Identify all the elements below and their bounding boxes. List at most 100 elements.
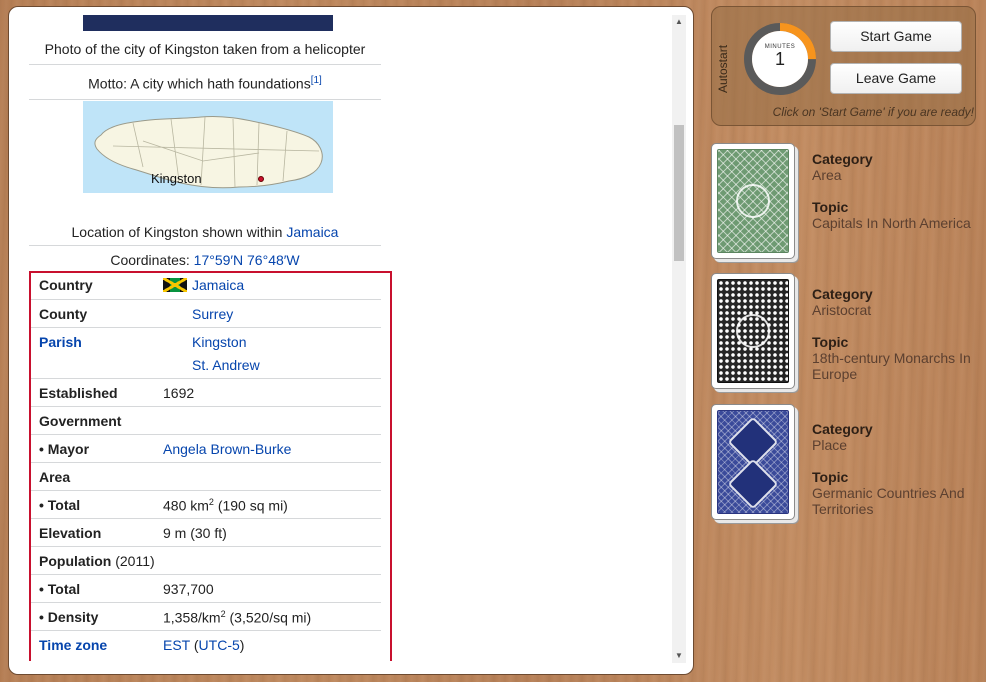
row-label: Area	[39, 469, 71, 485]
jamaica-link[interactable]: Jamaica	[286, 224, 338, 240]
autostart-label: Autostart	[716, 44, 730, 93]
card-blue[interactable]	[711, 404, 795, 520]
row-label: Population (2011)	[39, 553, 155, 569]
parish-link-kingston[interactable]: Kingston	[192, 334, 246, 350]
scroll-up-arrow-icon[interactable]: ▲	[672, 15, 686, 29]
paren-open: (	[189, 637, 199, 653]
area-value: 480 km	[163, 497, 209, 514]
parish-link-st-andrew[interactable]: St. Andrew	[192, 357, 260, 373]
row-label: Elevation	[39, 525, 102, 541]
card-emblem-icon	[736, 314, 770, 348]
card-info: Category Aristocrat Topic 18th-century M…	[812, 286, 982, 382]
established-value: 1692	[163, 385, 195, 401]
mayor-link[interactable]: Angela Brown-Burke	[163, 441, 291, 457]
card-info: Category Area Topic Capitals In North Am…	[812, 151, 982, 231]
start-game-button[interactable]: Start Game	[830, 21, 962, 52]
topic-value: Capitals In North America	[812, 215, 971, 231]
row-label: • Total	[39, 581, 81, 597]
divider	[29, 245, 381, 246]
density-imperial: (3,520/sq mi)	[225, 609, 312, 626]
category-label: Category	[812, 286, 873, 302]
motto-text: Motto: A city which hath foundations	[88, 75, 311, 92]
table-row: Country Jamaica	[29, 271, 381, 299]
category-value: Area	[812, 167, 842, 183]
table-row: • Mayor Angela Brown-Burke	[29, 434, 381, 462]
coordinates-link[interactable]: 17°59′N 76°48′W	[194, 252, 300, 268]
elevation-value: 9 m (30 ft)	[163, 525, 227, 541]
card-info: Category Place Topic Germanic Countries …	[812, 421, 982, 517]
scroll-thumb[interactable]	[674, 125, 684, 261]
card-green[interactable]	[711, 143, 795, 259]
table-row: Time zone EST (UTC-5)	[29, 630, 381, 658]
table-row: Area	[29, 462, 381, 490]
coordinates-label: Coordinates:	[110, 252, 194, 268]
timer-value: 1	[774, 49, 785, 69]
card-emblem-icon	[727, 458, 779, 510]
article-panel: Photo of the city of Kingston taken from…	[8, 6, 694, 675]
motto: Motto: A city which hath foundations[1]	[29, 75, 381, 92]
coordinates: Coordinates: 17°59′N 76°48′W	[29, 252, 381, 268]
table-row: Elevation 9 m (30 ft)	[29, 518, 381, 546]
divider	[29, 99, 381, 100]
row-label: • Total	[39, 497, 81, 513]
table-row: Government	[29, 406, 381, 434]
vertical-scrollbar[interactable]: ▲ ▼	[672, 15, 686, 663]
card-back-pattern	[717, 410, 789, 514]
paren-close: )	[239, 637, 245, 653]
row-label: County	[39, 306, 88, 322]
area-total-value: 480 km2 (190 sq mi)	[163, 497, 288, 514]
article-content[interactable]: Photo of the city of Kingston taken from…	[27, 15, 663, 661]
row-label: • Density	[39, 609, 99, 625]
jamaica-map[interactable]	[83, 101, 333, 193]
table-row: • Total 480 km2 (190 sq mi)	[29, 490, 381, 518]
location-caption: Location of Kingston shown within Jamaic…	[29, 224, 381, 240]
table-row: Established 1692	[29, 378, 381, 406]
est-link[interactable]: EST	[163, 637, 190, 653]
divider	[29, 64, 381, 65]
jamaica-map-shape	[94, 116, 323, 189]
country-value: Jamaica	[163, 277, 244, 293]
row-label: Government	[39, 413, 122, 429]
table-row: Parish Kingston St. Andrew	[29, 327, 381, 378]
county-link[interactable]: Surrey	[192, 306, 233, 322]
area-value-imperial: (190 sq mi)	[213, 497, 288, 514]
country-link[interactable]: Jamaica	[192, 277, 244, 293]
category-label: Category	[812, 421, 873, 437]
category-label: Category	[812, 151, 873, 167]
row-label: Established	[39, 385, 118, 401]
utc-link[interactable]: UTC-5	[199, 637, 240, 653]
topic-label: Topic	[812, 334, 849, 350]
card-back-pattern	[717, 279, 789, 383]
map-label-kingston: Kingston	[151, 171, 202, 186]
scroll-down-arrow-icon[interactable]: ▼	[672, 649, 686, 663]
population-total-value: 937,700	[163, 581, 214, 597]
kingston-marker	[258, 176, 264, 182]
population-label: Population	[39, 553, 112, 569]
photo-caption: Photo of the city of Kingston taken from…	[44, 41, 366, 57]
location-caption-text: Location of Kingston shown within	[71, 224, 287, 240]
table-row: Population (2011)	[29, 546, 381, 574]
category-value: Aristocrat	[812, 302, 872, 318]
topic-value: Germanic Countries And Territories	[812, 485, 965, 517]
density-metric: 1,358/km	[163, 609, 221, 626]
leave-game-button[interactable]: Leave Game	[830, 63, 962, 94]
table-row: • Density 1,358/km2 (3,520/sq mi)	[29, 602, 381, 630]
card-black[interactable]	[711, 273, 795, 389]
density-value: 1,358/km2 (3,520/sq mi)	[163, 609, 311, 626]
card-back-pattern	[717, 149, 789, 253]
topic-label: Topic	[812, 199, 849, 215]
timezone-value: EST (UTC-5)	[163, 637, 244, 653]
timezone-label-link[interactable]: Time zone	[39, 637, 107, 653]
row-label: • Mayor	[39, 441, 90, 457]
population-year: (2011)	[111, 553, 155, 569]
topic-value: 18th-century Monarchs In Europe	[812, 350, 971, 382]
jamaica-flag-icon	[163, 278, 187, 292]
table-row: • Total 937,700	[29, 574, 381, 602]
city-photo	[83, 15, 333, 31]
infobox-table: Country Jamaica County Surrey Parish Kin…	[29, 271, 381, 658]
motto-reference-link[interactable]: [1]	[311, 75, 322, 86]
game-control-panel: Autostart MINUTES 1 Start Game Leave Gam…	[711, 6, 976, 126]
ready-hint: Click on 'Start Game' if you are ready!	[772, 105, 974, 119]
parish-label-link[interactable]: Parish	[39, 334, 82, 350]
table-row: County Surrey	[29, 299, 381, 327]
